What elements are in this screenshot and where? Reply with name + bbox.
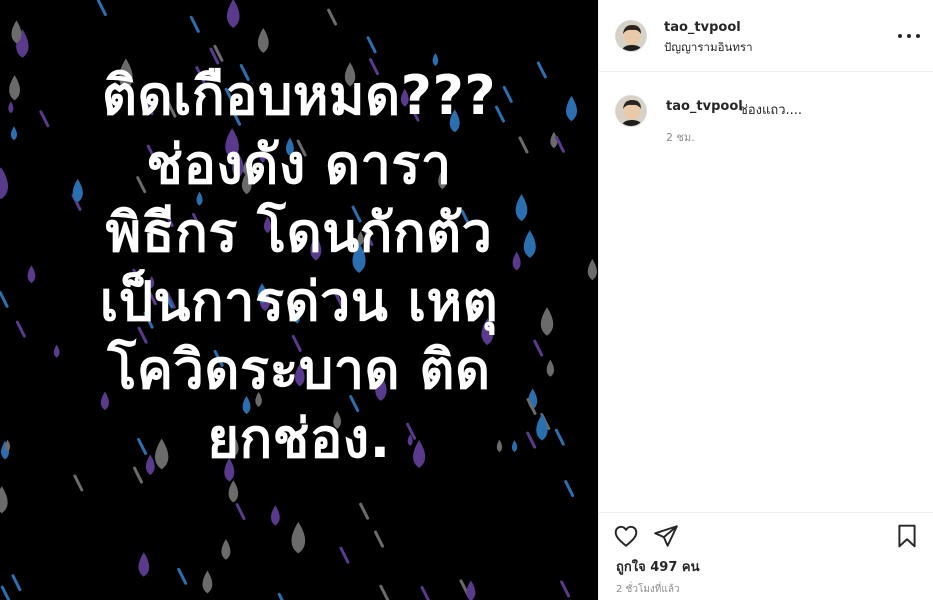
raindrop <box>0 585 11 600</box>
raindrop <box>221 538 231 560</box>
raindrop <box>379 584 390 600</box>
more-dot <box>916 34 920 38</box>
raindrop <box>366 36 377 54</box>
post-text-line: เป็นการด่วน เหตุ <box>99 269 499 333</box>
paper-plane-icon[interactable] <box>653 523 679 549</box>
raindrop <box>277 592 284 600</box>
raindrop <box>228 480 239 503</box>
avatar-image <box>616 21 646 51</box>
post-header: tao_tvpool ปัญญารามอินทรา <box>599 0 933 72</box>
raindrop <box>177 567 188 585</box>
bookmark-icon[interactable] <box>894 523 920 549</box>
raindrop <box>291 521 306 554</box>
caption-username[interactable]: tao_tvpool <box>666 99 743 114</box>
caption-comment: tao_tvpool ช่องแถว.... 2 ชม. <box>599 88 933 148</box>
caption-time[interactable]: 2 ชม. <box>666 128 695 146</box>
raindrop <box>327 8 338 26</box>
post-text-line: ช่องดัง ดารา <box>146 132 452 196</box>
raindrop <box>257 27 269 53</box>
raindrop <box>189 15 200 33</box>
post-text-line: พิธีกร โดนกักตัว <box>105 201 493 264</box>
post-text-line: ยกช่อง. <box>207 406 391 470</box>
location-link[interactable]: ปัญญารามอินทรา <box>664 39 753 57</box>
raindrop <box>339 546 350 564</box>
raindrop <box>96 0 107 17</box>
post-image[interactable]: ติดเกือบหมด??? ช่องดัง ดารา พิธีกร โดนกั… <box>0 0 598 600</box>
post-text-line: ติดเกือบหมด??? <box>101 64 497 127</box>
raindrop <box>73 474 84 492</box>
more-dot <box>907 34 911 38</box>
raindrop <box>359 502 370 520</box>
post-image-text: ติดเกือบหมด??? ช่องดัง ดารา พิธีกร โดนกั… <box>0 62 598 473</box>
more-options-icon[interactable] <box>898 26 920 46</box>
post-text-line: โควิดระบาด ติด <box>107 338 491 401</box>
raindrop <box>0 486 8 514</box>
raindrop <box>466 580 476 600</box>
post-sidebar: tao_tvpool ปัญญารามอินทรา tao_tvpool ช่อ… <box>598 0 933 600</box>
raindrop <box>420 585 430 600</box>
caption-text: ช่องแถว.... <box>739 103 803 118</box>
raindrop <box>564 480 575 498</box>
raindrop <box>560 580 571 598</box>
action-bar <box>599 512 933 556</box>
avatar[interactable] <box>615 95 647 127</box>
post-timestamp[interactable]: 2 ชั่วโมงที่แล้ว <box>616 582 680 597</box>
raindrop <box>270 505 280 526</box>
heart-icon[interactable] <box>613 523 639 549</box>
raindrop <box>226 0 240 29</box>
avatar-image <box>616 96 646 126</box>
header-username[interactable]: tao_tvpool <box>664 20 741 35</box>
likes-count[interactable]: ถูกใจ 497 คน <box>616 556 699 577</box>
raindrop <box>138 552 150 577</box>
avatar[interactable] <box>615 20 647 52</box>
raindrop <box>235 503 246 521</box>
raindrop <box>374 530 385 548</box>
raindrop <box>11 574 22 592</box>
raindrop <box>202 570 213 594</box>
more-dot <box>898 34 902 38</box>
